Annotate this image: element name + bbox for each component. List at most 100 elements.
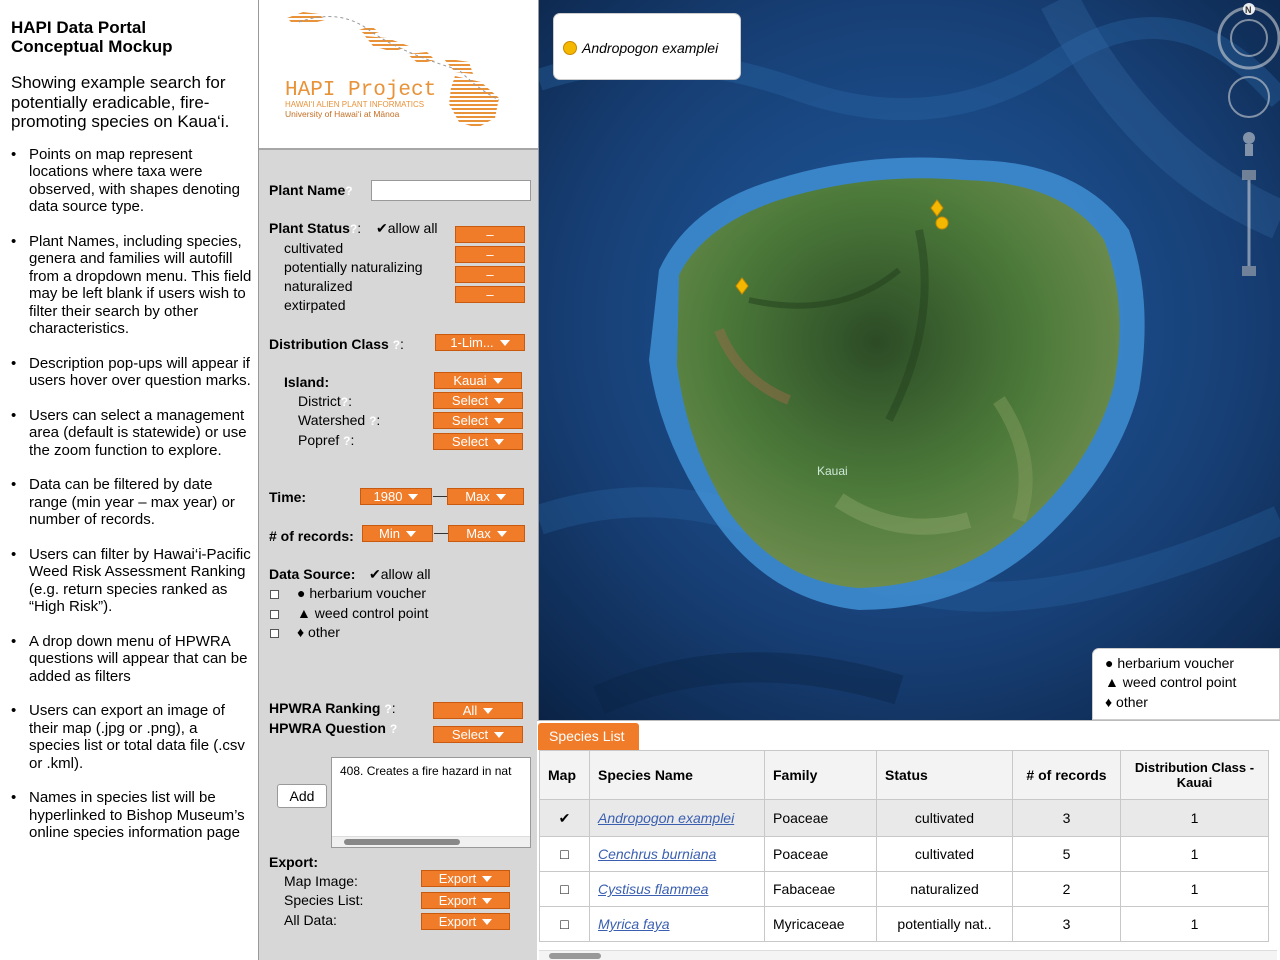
status-toggle-2[interactable]: – xyxy=(455,246,525,263)
hpwra-question-box[interactable]: 408. Creates a fire hazard in nat xyxy=(331,757,531,848)
species-link[interactable]: Andropogon examplei xyxy=(598,810,734,826)
records-cell: 2 xyxy=(1012,871,1121,907)
source-checkbox-herbarium[interactable] xyxy=(270,590,279,599)
status-cell: potentially nat.. xyxy=(876,906,1013,942)
status-cultivated: cultivated xyxy=(284,240,344,256)
col-status[interactable]: Status xyxy=(876,750,1013,800)
source-checkbox-other[interactable] xyxy=(270,629,279,638)
circle-icon xyxy=(563,41,577,55)
chevron-down-icon xyxy=(494,398,505,404)
watershed-dropdown[interactable]: Select xyxy=(433,412,523,429)
chevron-down-icon xyxy=(405,531,416,537)
legend-other: ♦ other xyxy=(1105,694,1148,710)
col-species-name[interactable]: Species Name xyxy=(589,750,765,800)
circle-marker[interactable] xyxy=(935,216,949,230)
legend-species-name: Andropogon examplei xyxy=(582,40,719,56)
triangle-icon: ▲ xyxy=(1105,674,1119,690)
chevron-down-icon xyxy=(496,531,507,537)
chevron-down-icon xyxy=(482,919,493,925)
plant-status-label: Plant Status?: xyxy=(269,220,362,236)
status-toggle-4[interactable]: – xyxy=(455,286,525,303)
time-min-dropdown[interactable]: 1980 xyxy=(360,488,432,505)
species-link[interactable]: Myrica faya xyxy=(598,916,670,932)
add-button[interactable]: Add xyxy=(277,784,327,808)
diamond-icon: ♦ xyxy=(1105,694,1113,710)
status-toggle-3[interactable]: – xyxy=(455,266,525,283)
family-cell: Poaceae xyxy=(764,799,877,837)
notes-intro: Showing example search for potentially e… xyxy=(11,73,230,131)
status-extirpated: extirpated xyxy=(284,297,346,313)
horizontal-scrollbar[interactable] xyxy=(332,836,530,847)
hpwra-question-dropdown[interactable]: Select xyxy=(433,726,523,743)
status-toggle-1[interactable]: – xyxy=(455,226,525,243)
export-all-label: All Data: xyxy=(284,912,337,928)
hpwra-ranking-dropdown[interactable]: All xyxy=(433,702,523,719)
chevron-down-icon xyxy=(482,876,493,882)
source-checkbox-weed-control[interactable] xyxy=(270,610,279,619)
note-item: Users can filter by Hawai‘i-Pacific Weed… xyxy=(11,546,252,616)
table-horizontal-scrollbar[interactable] xyxy=(539,950,1277,960)
distribution-class-dropdown[interactable]: 1-Lim... xyxy=(435,334,525,351)
map-checkbox[interactable]: ✔ xyxy=(539,799,590,837)
help-icon[interactable]: ? xyxy=(345,184,352,198)
export-species-button[interactable]: Export xyxy=(421,892,510,909)
distribution-cell: 1 xyxy=(1120,799,1269,837)
range-separator xyxy=(434,533,448,534)
note-item: Plant Names, including species, genera a… xyxy=(11,233,252,338)
diamond-icon: ♦ xyxy=(297,624,305,640)
notes-list: Points on map represent locations where … xyxy=(11,146,252,842)
chevron-down-icon xyxy=(495,494,506,500)
data-source-legend: ● herbarium voucher ▲ weed control point… xyxy=(1092,648,1280,720)
family-cell: Poaceae xyxy=(764,836,877,872)
scrollbar-thumb[interactable] xyxy=(344,839,460,845)
svg-text:HAWAI‘I ALIEN PLANT INFORMATIC: HAWAI‘I ALIEN PLANT INFORMATICS xyxy=(285,100,424,109)
scrollbar-thumb[interactable] xyxy=(549,953,601,959)
source-herbarium: ● herbarium voucher xyxy=(297,585,427,601)
satellite-map-icon: Kauai N xyxy=(539,0,1280,720)
status-cell: cultivated xyxy=(876,836,1013,872)
help-icon[interactable]: ? xyxy=(390,722,397,736)
time-label: Time: xyxy=(269,489,307,505)
island-dropdown[interactable]: Kauai xyxy=(434,372,522,389)
export-map-button[interactable]: Export xyxy=(421,870,510,887)
hpwra-ranking-label: HPWRA Ranking ?: xyxy=(269,700,396,716)
map-checkbox[interactable]: □ xyxy=(539,906,590,942)
status-allow-all[interactable]: ✔allow all xyxy=(376,220,438,237)
island-label: Island: xyxy=(284,374,330,390)
help-icon[interactable]: ? xyxy=(384,702,391,716)
popref-dropdown[interactable]: Select xyxy=(433,433,523,450)
notes-column: HAPI Data Portal Conceptual Mockup Showi… xyxy=(0,0,258,960)
hpwra-question-label: HPWRA Question ? xyxy=(269,720,398,736)
species-link[interactable]: Cenchrus burniana xyxy=(598,846,716,862)
table-row: ✔ Andropogon examplei Poaceae cultivated… xyxy=(539,799,1269,837)
note-item: Users can export an image of their map (… xyxy=(11,702,252,772)
map-checkbox[interactable]: □ xyxy=(539,836,590,872)
triangle-icon: ▲ xyxy=(297,605,311,621)
export-label: Export: xyxy=(269,854,318,870)
hapi-logo: HAPI Project HAWAI‘I ALIEN PLANT INFORMA… xyxy=(259,0,538,150)
map-checkbox[interactable]: □ xyxy=(539,871,590,907)
svg-text:University of Hawai‘i at Mānoa: University of Hawai‘i at Mānoa xyxy=(285,109,400,119)
plant-name-input[interactable] xyxy=(371,180,531,201)
species-link[interactable]: Cystisus flammea xyxy=(598,881,708,897)
records-max-dropdown[interactable]: Max xyxy=(448,525,525,542)
distribution-cell: 1 xyxy=(1120,906,1269,942)
col-family[interactable]: Family xyxy=(764,750,877,800)
species-table: Map Species Name Family Status # of reco… xyxy=(539,750,1269,942)
col-distribution[interactable]: Distribution Class - Kauai xyxy=(1120,750,1269,800)
chevron-down-icon xyxy=(494,439,505,445)
district-dropdown[interactable]: Select xyxy=(433,392,523,409)
svg-text:HAPI Project: HAPI Project xyxy=(285,79,436,102)
range-separator xyxy=(433,496,447,497)
help-icon[interactable]: ? xyxy=(393,338,400,352)
hawaii-islands-logo-icon: HAPI Project HAWAI‘I ALIEN PLANT INFORMA… xyxy=(285,12,500,128)
legend-weed-control: ▲ weed control point xyxy=(1105,674,1237,690)
export-all-button[interactable]: Export xyxy=(421,913,510,930)
col-map[interactable]: Map xyxy=(539,750,590,800)
source-allow-all[interactable]: ✔allow all xyxy=(369,566,431,583)
species-list-tab[interactable]: Species List xyxy=(538,723,639,750)
col-records[interactable]: # of records xyxy=(1012,750,1121,800)
time-max-dropdown[interactable]: Max xyxy=(447,488,524,505)
map-view[interactable]: Kauai N Andropogon examplei ● herbarium … xyxy=(539,0,1280,720)
records-min-dropdown[interactable]: Min xyxy=(362,525,433,542)
